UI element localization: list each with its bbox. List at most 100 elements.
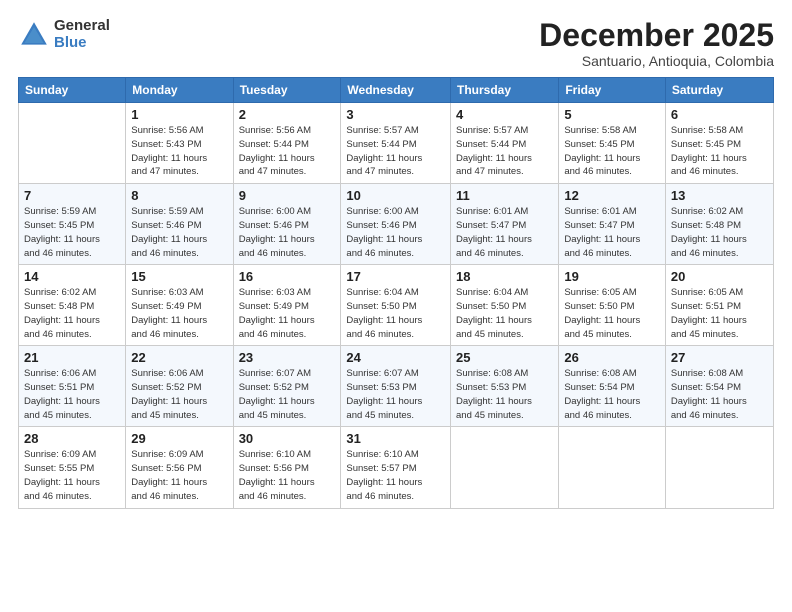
day-info: Sunrise: 6:06 AM Sunset: 5:51 PM Dayligh…	[24, 368, 100, 420]
day-number: 3	[346, 107, 445, 122]
header: General Blue December 2025 Santuario, An…	[18, 18, 774, 69]
calendar-cell: 19 Sunrise: 6:05 AM Sunset: 5:50 PM Dayli…	[559, 265, 666, 346]
day-number: 13	[671, 188, 768, 203]
day-number: 29	[131, 431, 227, 446]
day-number: 9	[239, 188, 336, 203]
calendar-cell: 27 Sunrise: 6:08 AM Sunset: 5:54 PM Dayli…	[665, 346, 773, 427]
day-header-thursday: Thursday	[451, 78, 559, 103]
day-info: Sunrise: 6:10 AM Sunset: 5:57 PM Dayligh…	[346, 449, 422, 501]
calendar-cell: 2 Sunrise: 5:56 AM Sunset: 5:44 PM Daylig…	[233, 103, 341, 184]
day-header-saturday: Saturday	[665, 78, 773, 103]
day-info: Sunrise: 5:57 AM Sunset: 5:44 PM Dayligh…	[456, 125, 532, 177]
calendar-cell: 10 Sunrise: 6:00 AM Sunset: 5:46 PM Dayli…	[341, 184, 451, 265]
calendar-cell: 26 Sunrise: 6:08 AM Sunset: 5:54 PM Dayli…	[559, 346, 666, 427]
day-info: Sunrise: 6:08 AM Sunset: 5:54 PM Dayligh…	[671, 368, 747, 420]
day-info: Sunrise: 6:04 AM Sunset: 5:50 PM Dayligh…	[456, 287, 532, 339]
day-number: 16	[239, 269, 336, 284]
day-number: 12	[564, 188, 660, 203]
calendar-cell: 4 Sunrise: 5:57 AM Sunset: 5:44 PM Daylig…	[451, 103, 559, 184]
day-number: 5	[564, 107, 660, 122]
day-info: Sunrise: 6:01 AM Sunset: 5:47 PM Dayligh…	[456, 206, 532, 258]
day-number: 4	[456, 107, 553, 122]
day-info: Sunrise: 6:01 AM Sunset: 5:47 PM Dayligh…	[564, 206, 640, 258]
day-number: 24	[346, 350, 445, 365]
title-block: December 2025 Santuario, Antioquia, Colo…	[539, 18, 774, 69]
day-header-monday: Monday	[126, 78, 233, 103]
calendar-cell: 23 Sunrise: 6:07 AM Sunset: 5:52 PM Dayli…	[233, 346, 341, 427]
day-info: Sunrise: 6:02 AM Sunset: 5:48 PM Dayligh…	[24, 287, 100, 339]
week-row-4: 28 Sunrise: 6:09 AM Sunset: 5:55 PM Dayli…	[19, 427, 774, 508]
calendar-cell: 14Sunrise: 6:02 AM Sunset: 5:48 PM Dayli…	[19, 265, 126, 346]
subtitle: Santuario, Antioquia, Colombia	[539, 53, 774, 69]
day-number: 2	[239, 107, 336, 122]
day-number: 28	[24, 431, 120, 446]
calendar-cell: 24Sunrise: 6:07 AM Sunset: 5:53 PM Dayli…	[341, 346, 451, 427]
day-number: 10	[346, 188, 445, 203]
day-info: Sunrise: 6:02 AM Sunset: 5:48 PM Dayligh…	[671, 206, 747, 258]
day-info: Sunrise: 6:09 AM Sunset: 5:56 PM Dayligh…	[131, 449, 207, 501]
logo-general-text: General	[54, 18, 110, 35]
week-row-2: 14Sunrise: 6:02 AM Sunset: 5:48 PM Dayli…	[19, 265, 774, 346]
day-number: 11	[456, 188, 553, 203]
main-title: December 2025	[539, 18, 774, 53]
calendar-cell: 8Sunrise: 5:59 AM Sunset: 5:46 PM Daylig…	[126, 184, 233, 265]
calendar-cell: 25 Sunrise: 6:08 AM Sunset: 5:53 PM Dayli…	[451, 346, 559, 427]
day-header-friday: Friday	[559, 78, 666, 103]
day-info: Sunrise: 5:59 AM Sunset: 5:45 PM Dayligh…	[24, 206, 100, 258]
day-info: Sunrise: 6:05 AM Sunset: 5:51 PM Dayligh…	[671, 287, 747, 339]
day-info: Sunrise: 6:03 AM Sunset: 5:49 PM Dayligh…	[239, 287, 315, 339]
calendar-cell: 11 Sunrise: 6:01 AM Sunset: 5:47 PM Dayli…	[451, 184, 559, 265]
calendar-cell: 6Sunrise: 5:58 AM Sunset: 5:45 PM Daylig…	[665, 103, 773, 184]
day-info: Sunrise: 6:03 AM Sunset: 5:49 PM Dayligh…	[131, 287, 207, 339]
logo-blue-text: Blue	[54, 35, 110, 52]
day-number: 1	[131, 107, 227, 122]
day-number: 27	[671, 350, 768, 365]
day-number: 20	[671, 269, 768, 284]
day-number: 18	[456, 269, 553, 284]
day-info: Sunrise: 6:00 AM Sunset: 5:46 PM Dayligh…	[239, 206, 315, 258]
day-info: Sunrise: 6:00 AM Sunset: 5:46 PM Dayligh…	[346, 206, 422, 258]
day-number: 30	[239, 431, 336, 446]
week-row-3: 21Sunrise: 6:06 AM Sunset: 5:51 PM Dayli…	[19, 346, 774, 427]
day-number: 7	[24, 188, 120, 203]
day-info: Sunrise: 5:56 AM Sunset: 5:43 PM Dayligh…	[131, 125, 207, 177]
day-number: 31	[346, 431, 445, 446]
day-number: 22	[131, 350, 227, 365]
day-header-wednesday: Wednesday	[341, 78, 451, 103]
day-info: Sunrise: 6:06 AM Sunset: 5:52 PM Dayligh…	[131, 368, 207, 420]
calendar-cell: 31 Sunrise: 6:10 AM Sunset: 5:57 PM Dayli…	[341, 427, 451, 508]
calendar-cell	[19, 103, 126, 184]
day-info: Sunrise: 6:10 AM Sunset: 5:56 PM Dayligh…	[239, 449, 315, 501]
day-number: 19	[564, 269, 660, 284]
day-info: Sunrise: 6:07 AM Sunset: 5:52 PM Dayligh…	[239, 368, 315, 420]
day-info: Sunrise: 5:57 AM Sunset: 5:44 PM Dayligh…	[346, 125, 422, 177]
day-number: 23	[239, 350, 336, 365]
calendar-cell: 13 Sunrise: 6:02 AM Sunset: 5:48 PM Dayli…	[665, 184, 773, 265]
day-info: Sunrise: 6:04 AM Sunset: 5:50 PM Dayligh…	[346, 287, 422, 339]
day-header-sunday: Sunday	[19, 78, 126, 103]
day-number: 26	[564, 350, 660, 365]
day-info: Sunrise: 5:58 AM Sunset: 5:45 PM Dayligh…	[564, 125, 640, 177]
calendar-cell: 7 Sunrise: 5:59 AM Sunset: 5:45 PM Daylig…	[19, 184, 126, 265]
day-header-tuesday: Tuesday	[233, 78, 341, 103]
day-info: Sunrise: 5:56 AM Sunset: 5:44 PM Dayligh…	[239, 125, 315, 177]
calendar-cell: 16 Sunrise: 6:03 AM Sunset: 5:49 PM Dayli…	[233, 265, 341, 346]
day-number: 25	[456, 350, 553, 365]
calendar-cell: 30 Sunrise: 6:10 AM Sunset: 5:56 PM Dayli…	[233, 427, 341, 508]
day-number: 15	[131, 269, 227, 284]
calendar-cell: 5 Sunrise: 5:58 AM Sunset: 5:45 PM Daylig…	[559, 103, 666, 184]
calendar-cell: 22 Sunrise: 6:06 AM Sunset: 5:52 PM Dayli…	[126, 346, 233, 427]
day-info: Sunrise: 5:59 AM Sunset: 5:46 PM Dayligh…	[131, 206, 207, 258]
calendar: SundayMondayTuesdayWednesdayThursdayFrid…	[18, 77, 774, 508]
day-info: Sunrise: 6:05 AM Sunset: 5:50 PM Dayligh…	[564, 287, 640, 339]
calendar-cell: 1 Sunrise: 5:56 AM Sunset: 5:43 PM Daylig…	[126, 103, 233, 184]
calendar-cell	[665, 427, 773, 508]
day-info: Sunrise: 6:08 AM Sunset: 5:54 PM Dayligh…	[564, 368, 640, 420]
day-info: Sunrise: 6:08 AM Sunset: 5:53 PM Dayligh…	[456, 368, 532, 420]
logo-icon	[18, 19, 50, 51]
calendar-cell: 21Sunrise: 6:06 AM Sunset: 5:51 PM Dayli…	[19, 346, 126, 427]
page: General Blue December 2025 Santuario, An…	[0, 0, 792, 612]
calendar-cell: 29 Sunrise: 6:09 AM Sunset: 5:56 PM Dayli…	[126, 427, 233, 508]
calendar-cell: 3 Sunrise: 5:57 AM Sunset: 5:44 PM Daylig…	[341, 103, 451, 184]
day-info: Sunrise: 6:09 AM Sunset: 5:55 PM Dayligh…	[24, 449, 100, 501]
